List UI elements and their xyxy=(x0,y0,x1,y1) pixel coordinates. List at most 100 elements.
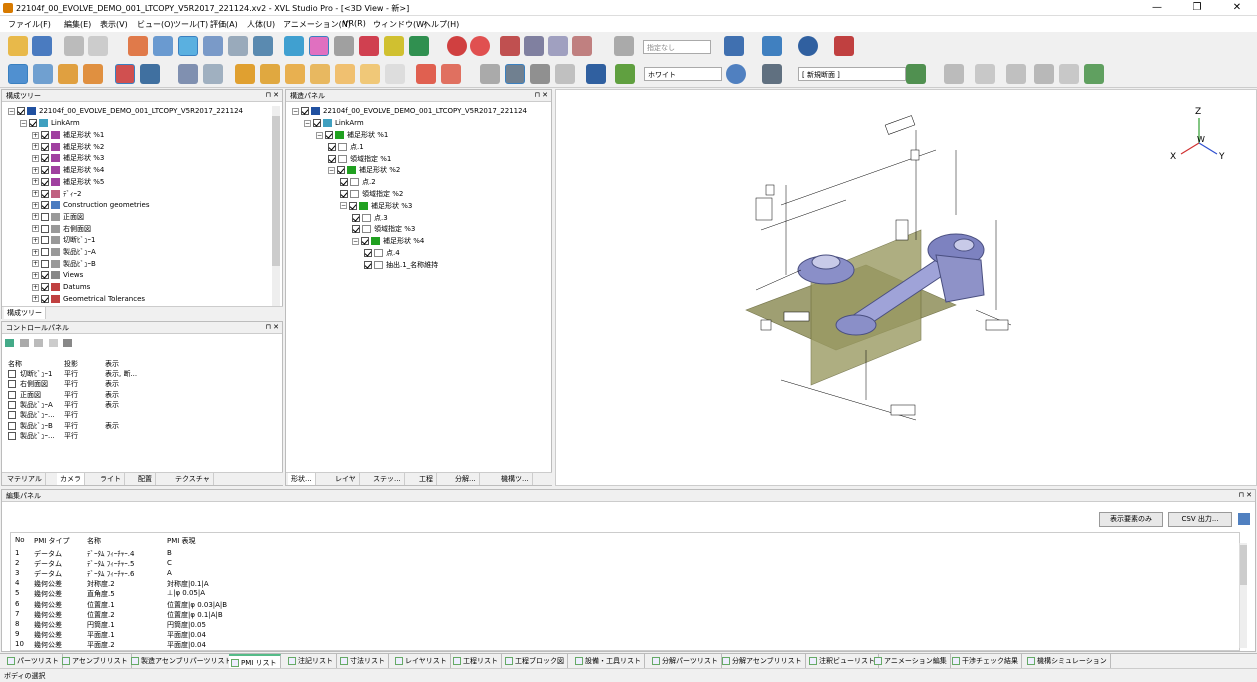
bore-left[interactable] xyxy=(811,254,841,270)
cube-front-icon[interactable] xyxy=(235,64,255,84)
pointer-icon[interactable] xyxy=(614,36,634,56)
move-icon[interactable] xyxy=(762,36,782,56)
bg-sphere-icon[interactable] xyxy=(726,64,746,84)
config-tree-item[interactable]: + Datums xyxy=(32,282,90,293)
menu-view[interactable]: 表示(V) xyxy=(100,19,128,30)
menu-help[interactable]: ヘルプ(H) xyxy=(423,19,459,30)
menu-edit[interactable]: 編集(E) xyxy=(64,19,91,30)
model-canvas[interactable] xyxy=(556,90,1256,485)
highlight-icon[interactable] xyxy=(309,36,329,56)
bottom-tab[interactable]: 工程ブロック図 xyxy=(503,654,568,668)
bore-right[interactable] xyxy=(953,238,975,252)
open-icon[interactable] xyxy=(8,36,28,56)
annotation-icon[interactable] xyxy=(359,36,379,56)
structure-item[interactable]: − 補足形状 %4 xyxy=(352,236,424,247)
config-tree-item[interactable]: + 切断ﾋﾞｭｰ1 xyxy=(32,235,95,246)
control-panel-row[interactable]: 切断ﾋﾞｭｰ1 平行 表示, 断... xyxy=(8,369,278,379)
chart-icon[interactable] xyxy=(572,36,592,56)
control-panel-row[interactable]: 製品ﾋﾞｭｰB 平行 表示 xyxy=(8,421,278,431)
structure-item[interactable]: − 補足形状 %2 xyxy=(328,165,400,176)
select-icon[interactable] xyxy=(284,36,304,56)
menu-viewpoint[interactable]: ビュー(O) xyxy=(137,19,174,30)
bottom-tab[interactable]: パーツリスト xyxy=(5,654,63,668)
hidden-line-icon[interactable] xyxy=(555,64,575,84)
menu-evaluate[interactable]: 評価(A) xyxy=(210,19,238,30)
panel-pin-close-icon[interactable]: ⊓ ✕ xyxy=(265,91,279,99)
shaded-edge-icon[interactable] xyxy=(530,64,550,84)
section-plane-icon[interactable] xyxy=(975,64,995,84)
config-tree-item[interactable]: + Geometrical Tolerances xyxy=(32,294,145,305)
section-dropdown[interactable]: [ 新規断面 ] xyxy=(798,67,906,81)
structure-item[interactable]: 領域指定 %3 xyxy=(352,224,415,235)
view-menu-icon[interactable] xyxy=(63,338,73,347)
bottom-tab[interactable]: 工程リスト xyxy=(451,654,502,668)
control-panel-row[interactable]: 製品ﾋﾞｭｰ... 平行 xyxy=(8,410,278,420)
rotate-right-icon[interactable] xyxy=(441,64,461,84)
cube-back-icon[interactable] xyxy=(260,64,280,84)
zoom-window-icon[interactable] xyxy=(228,36,248,56)
tree-link[interactable]: − LinkArm xyxy=(20,118,80,129)
panel-pin-close-icon[interactable]: ⊓ ✕ xyxy=(1238,491,1252,499)
tab-step[interactable]: ステッ... xyxy=(370,473,405,485)
section-rotate-icon[interactable] xyxy=(1034,64,1054,84)
struct-root[interactable]: −22104f_00_EVOLVE_DEMO_001_LTCOPY_V5R201… xyxy=(292,106,527,117)
control-panel-row[interactable]: 右側面図 平行 表示 xyxy=(8,379,278,389)
tree-root[interactable]: −22104f_00_EVOLVE_DEMO_001_LTCOPY_V5R201… xyxy=(8,106,243,117)
shaded-icon[interactable] xyxy=(505,64,525,84)
control-col-projection[interactable]: 投影 xyxy=(64,359,78,369)
undo-icon[interactable] xyxy=(64,36,84,56)
panel-bottom-icon[interactable] xyxy=(83,64,103,84)
menu-window[interactable]: ウィンドウ(W) xyxy=(373,19,427,30)
cube-iso-icon[interactable] xyxy=(385,64,405,84)
home-view-icon[interactable] xyxy=(128,36,148,56)
bottom-tab[interactable]: 設備・工具リスト xyxy=(573,654,645,668)
config-tree-item[interactable]: + 製品ﾋﾞｭｰA xyxy=(32,247,96,258)
pmi-scrollbar[interactable] xyxy=(1239,543,1247,648)
menu-vr[interactable]: VR(R) xyxy=(343,19,366,28)
menu-file[interactable]: ファイル(F) xyxy=(8,19,51,30)
update-view-icon[interactable] xyxy=(48,338,58,347)
config-tree-item[interactable]: + 製品ﾋﾞｭｰB xyxy=(32,259,96,270)
config-tree-item[interactable]: + 正面図 xyxy=(32,212,84,223)
pan-icon[interactable] xyxy=(153,36,173,56)
tab-mechanism[interactable]: 機構ツ... xyxy=(498,473,533,485)
panel-pin-close-icon[interactable]: ⊓ ✕ xyxy=(534,91,548,99)
rotate-icon[interactable] xyxy=(178,36,198,56)
dimension-icon[interactable] xyxy=(524,36,544,56)
config-tree-item[interactable]: + Views xyxy=(32,270,83,281)
sphere-red-icon[interactable] xyxy=(447,36,467,56)
maximize-button[interactable]: ❐ xyxy=(1177,0,1217,16)
bottom-tab[interactable]: レイヤリスト xyxy=(393,654,451,668)
tab-process[interactable]: 工程 xyxy=(416,473,437,485)
menu-tools[interactable]: ツール(T) xyxy=(173,19,208,30)
pmi-col-name[interactable]: 名称 xyxy=(87,536,101,546)
bottom-tab[interactable]: 注記リスト xyxy=(286,654,337,668)
color-icon[interactable] xyxy=(615,64,635,84)
bottom-tab[interactable]: 干渉チェック結果 xyxy=(950,654,1022,668)
marker-icon[interactable] xyxy=(384,36,404,56)
panel-pin-close-icon[interactable]: ⊓ ✕ xyxy=(265,323,279,331)
csv-export-button[interactable]: CSV 出力... xyxy=(1168,512,1232,527)
tab-light[interactable]: ライト xyxy=(97,473,125,485)
abc-icon[interactable] xyxy=(548,36,568,56)
section-list-icon[interactable] xyxy=(1084,64,1104,84)
config-tree-item[interactable]: + ﾃﾞｨｰ2 xyxy=(32,189,81,200)
control-panel-row[interactable]: 製品ﾋﾞｭｰA 平行 表示 xyxy=(8,400,278,410)
bottom-tab[interactable]: 機構シミュレーション xyxy=(1025,654,1111,668)
config-tree-item[interactable]: + 補足形状 %3 xyxy=(32,153,104,164)
bottom-tab[interactable]: アニメーション編集 xyxy=(872,654,951,668)
close-button[interactable]: ✕ xyxy=(1217,0,1257,16)
tab-camera[interactable]: カメラ xyxy=(57,473,85,485)
structure-item[interactable]: 抽出.1_名称維持 xyxy=(364,260,438,271)
pmi-col-no[interactable]: No xyxy=(15,536,25,544)
panel-left-icon[interactable] xyxy=(8,64,28,84)
section-icon[interactable] xyxy=(500,36,520,56)
probe-icon[interactable] xyxy=(178,64,198,84)
monitor-icon[interactable] xyxy=(762,64,782,84)
tree-scrollbar[interactable] xyxy=(272,106,280,306)
cube-bottom-icon[interactable] xyxy=(360,64,380,84)
tab-texture[interactable]: テクスチャ xyxy=(172,473,214,485)
line-style-icon[interactable] xyxy=(586,64,606,84)
flow-icon[interactable] xyxy=(834,36,854,56)
show-elements-button[interactable]: 表示要素のみ xyxy=(1099,512,1163,527)
